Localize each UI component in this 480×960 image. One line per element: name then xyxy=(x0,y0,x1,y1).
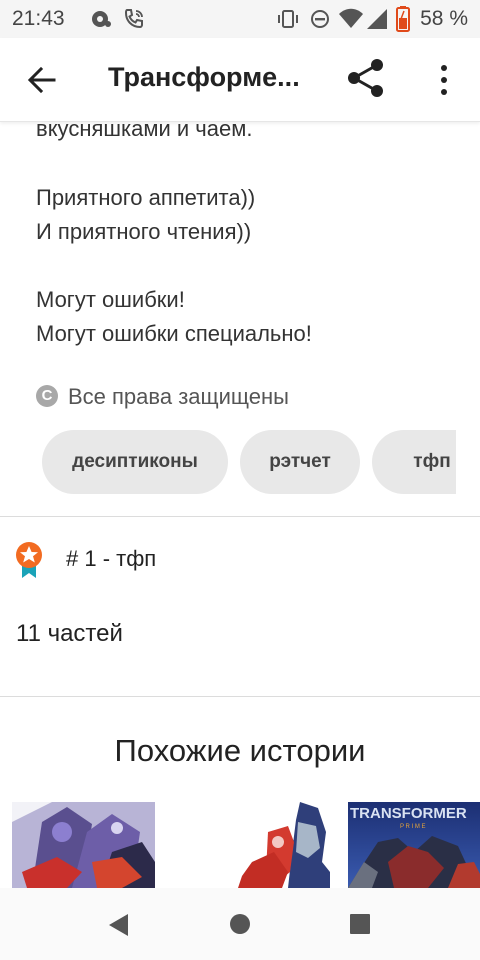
system-nav-bar xyxy=(0,888,480,960)
copyright-label: Все права защищены xyxy=(68,384,289,409)
divider xyxy=(0,516,480,517)
award-medal-icon xyxy=(14,540,44,580)
notification-icon xyxy=(90,9,112,34)
back-arrow-icon[interactable] xyxy=(24,62,60,98)
divider xyxy=(0,696,480,697)
vibrate-icon xyxy=(276,9,300,34)
battery-icon xyxy=(396,6,410,37)
tag-chip[interactable]: тфп xyxy=(372,430,456,494)
status-bar: 21:43 58 % xyxy=(0,0,480,38)
similar-stories-title: Похожие истории xyxy=(114,733,366,768)
copyright-icon: C xyxy=(36,385,58,407)
wifi-icon xyxy=(338,8,364,35)
parts-count[interactable]: 11 частей xyxy=(16,620,123,648)
do-not-disturb-icon xyxy=(310,9,330,34)
status-time: 21:43 xyxy=(12,7,65,30)
signal-icon xyxy=(366,8,388,35)
share-icon[interactable] xyxy=(344,56,388,100)
ranking-label: # 1 - тфп xyxy=(66,546,157,571)
tag-chip[interactable]: рэтчет xyxy=(240,430,360,494)
story-line: Приятного аппетита)) xyxy=(36,185,256,210)
cover-logo-text: TRANSFORMER xyxy=(350,805,467,822)
nav-back-icon[interactable] xyxy=(106,912,132,943)
cover-sub-text: P R I M E xyxy=(400,824,426,830)
phone-call-icon xyxy=(122,7,146,36)
story-line: Могут ошибки! xyxy=(36,287,185,312)
nav-recents-icon[interactable] xyxy=(349,913,371,940)
story-line: И приятного чтения)) xyxy=(36,219,252,244)
battery-percent: 58 % xyxy=(420,7,468,30)
story-title: Трансформе... xyxy=(108,62,300,92)
similar-story-cover[interactable] xyxy=(238,802,330,888)
app-bar: Трансформе... xyxy=(0,38,480,122)
nav-home-icon[interactable] xyxy=(229,913,251,940)
similar-story-cover[interactable]: TRANSFORMER P R I M E xyxy=(348,802,480,888)
similar-story-cover[interactable] xyxy=(12,802,155,888)
more-vert-icon[interactable] xyxy=(430,60,458,100)
tag-list: десиптиконы рэтчет тфп xyxy=(42,430,456,494)
tag-chip[interactable]: десиптиконы xyxy=(42,430,228,494)
story-line: Могут ошибки специально! xyxy=(36,321,312,346)
